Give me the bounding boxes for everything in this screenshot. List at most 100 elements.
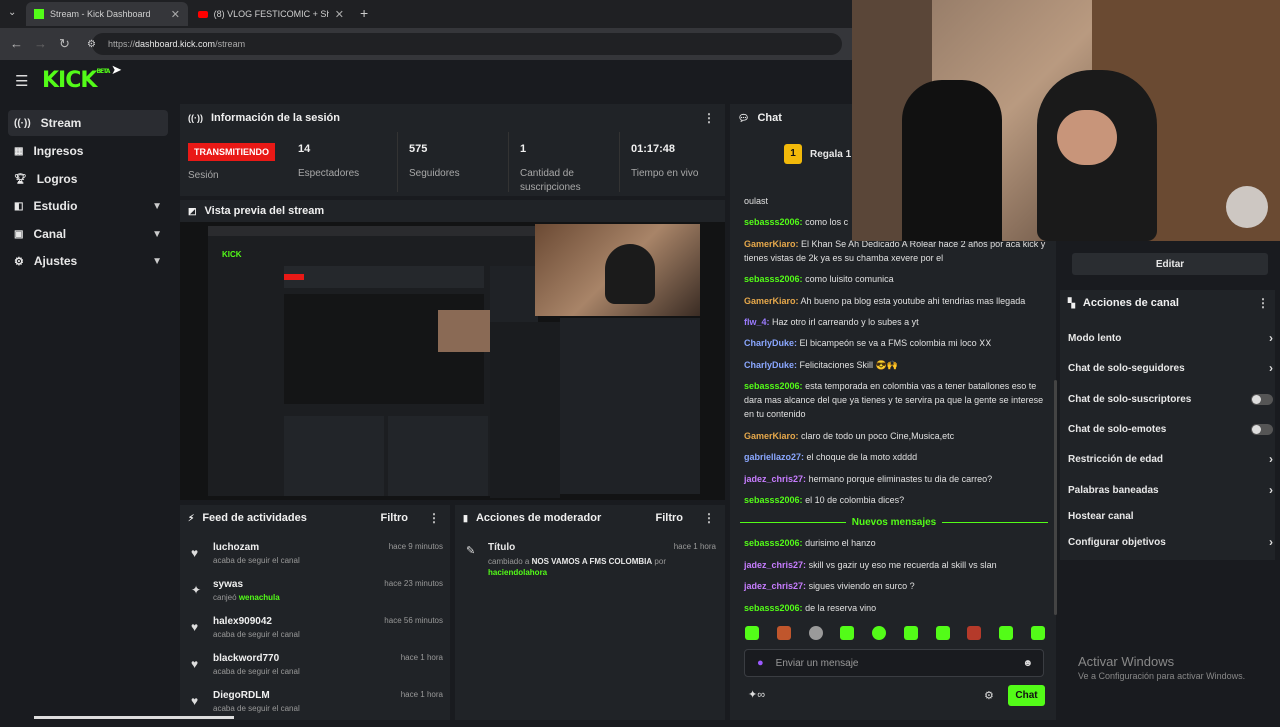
chat-username[interactable]: sebasss2006: [744,603,803,613]
stream-preview-video[interactable]: KICK [180,222,725,500]
activity-user[interactable]: halex909042 [213,616,272,627]
back-icon[interactable]: ← [10,36,23,51]
sidebar-item-ajustes[interactable]: ⚙ Ajustes ▼ [8,248,168,274]
stat-label: Seguidores [409,168,460,179]
channel-action-followers-only[interactable]: Chat de solo-seguidores › [1068,357,1273,379]
activity-item: ♥ blackword770 acaba de seguir el canal … [185,653,455,690]
channel-action-goals[interactable]: Configurar objetivos › [1068,531,1273,553]
kick-logo[interactable]: KICKBETA [42,68,110,93]
sidebar-item-logros[interactable]: 🏆︎ Logros [8,166,168,192]
channel-action-banned-words[interactable]: Palabras baneadas › [1068,479,1273,501]
tab-youtube-vlog[interactable]: (8) VLOG FESTICOMIC + Show ... ✕ [190,2,352,26]
heart-icon: ♥ [191,546,199,560]
channel-action-emotes-only: Chat de solo-emotes [1068,418,1273,440]
chat-settings-icon[interactable]: ⚙ [984,689,994,702]
send-chat-button[interactable]: Chat [1008,685,1045,706]
chat-username[interactable]: GamerKiaro: [744,296,799,306]
emote-icon[interactable] [872,626,887,640]
webcam-chair [902,80,1002,241]
subscribers-only-toggle[interactable] [1251,393,1273,405]
chat-text: claro de todo un poco Cine,Musica,etc [801,431,955,441]
filter-button[interactable]: Filtro [381,512,409,524]
chat-username[interactable]: GamerKiaro: [744,239,799,249]
chat-username[interactable]: sebasss2006: [744,217,803,227]
status-label: Sesión [188,170,219,181]
hamburger-menu-icon[interactable]: ☰ [15,72,28,90]
stat-label: Tiempo en vivo [631,168,699,179]
forward-icon[interactable]: → [34,36,47,51]
chat-title: Chat [757,112,782,124]
stat-subscriptions: 1 Cantidad de suscripciones [520,143,615,195]
chat-username[interactable]: sebasss2006: [744,274,803,284]
preview-kick-logo: KICK [222,250,242,259]
redeem-icon: ✦ [191,583,202,597]
sidebar-item-stream[interactable]: ((·)) Stream [8,110,168,136]
chat-input[interactable]: ● Enviar un mensaje ☻ [744,649,1044,677]
emote-icon[interactable] [745,626,759,640]
chat-username[interactable]: jadez_chris27: [744,560,806,570]
activity-user[interactable]: blackword770 [213,653,279,664]
emote-icon[interactable] [808,626,823,640]
new-tab-icon[interactable]: + [360,5,368,21]
channel-action-host[interactable]: Hostear canal [1068,505,1273,527]
chat-username[interactable]: flw_4: [744,317,770,327]
more-options-icon[interactable]: ⋮ [1257,296,1269,310]
chat-message: CharlyDuke: Felicitaciones Skill 😎🙌 [744,358,1049,372]
activity-user[interactable]: DiegoRDLM [213,690,270,701]
chat-username[interactable]: CharlyDuke: [744,360,797,370]
url-bar[interactable]: ⚙ https://dashboard.kick.com/stream [87,33,842,55]
channel-action-age-restriction[interactable]: Restricción de edad › [1068,448,1273,470]
emote-icon[interactable] [999,626,1014,640]
moderator-user[interactable]: haciendolahora [488,568,547,577]
activity-action-row: canjeó wenachula [213,593,280,602]
chat-username[interactable]: CharlyDuke: [744,338,797,348]
chat-username[interactable]: sebasss2006: [744,495,803,505]
emote-icon[interactable] [935,626,950,640]
channel-action-slow-mode[interactable]: Modo lento › [1068,327,1273,349]
sidebar-item-estudio[interactable]: ◧ Estudio ▼ [8,193,168,219]
emote-icon[interactable] [903,626,918,640]
activity-action: acaba de seguir el canal [213,667,300,676]
broadcast-icon: ((·)) [188,113,203,123]
emoji-picker-icon[interactable]: ☻ [1022,658,1033,669]
site-settings-icon[interactable]: ⚙ [87,39,96,50]
close-tab-icon[interactable]: ✕ [171,8,180,21]
sidebar-item-canal[interactable]: ▣ Canal ▼ [8,221,168,247]
activity-feed-title: Feed de actividades [202,512,307,524]
microphone-icon[interactable]: ● [757,657,764,669]
emote-icon[interactable] [1030,626,1045,640]
activity-action: acaba de seguir el canal [213,704,300,713]
more-options-icon[interactable]: ⋮ [703,111,715,125]
chat-username[interactable]: GamerKiaro: [744,431,799,441]
more-options-icon[interactable]: ⋮ [703,511,715,525]
chat-scrollbar[interactable] [1054,380,1057,615]
windows-activation-title: Activar Windows [1078,654,1175,669]
emote-icon[interactable] [840,626,855,640]
close-tab-icon[interactable]: ✕ [335,8,344,21]
emote-icon[interactable] [967,626,982,640]
chat-username[interactable]: sebasss2006: [744,381,803,391]
chat-username[interactable]: sebasss2006: [744,538,803,548]
chevron-right-icon: › [1269,331,1273,345]
emote-icon[interactable] [776,626,791,640]
emotes-only-toggle[interactable] [1251,423,1273,435]
chat-username[interactable]: gabriellazo27: [744,452,804,462]
viewer-points-icon[interactable]: ✦∞ [748,688,765,701]
chat-message: sebasss2006: de la reserva vino [744,601,1049,615]
filter-button[interactable]: Filtro [656,512,684,524]
edit-button[interactable]: Editar [1072,253,1268,275]
reload-icon[interactable]: ↻ [59,36,70,52]
chat-username[interactable]: jadez_chris27: [744,581,806,591]
gift-sub-banner[interactable]: 1 Regala 1 s [784,144,859,164]
sidebar-item-label: Estudio [33,199,78,213]
new-messages-divider[interactable]: Nuevos mensajes [740,515,1048,529]
sidebar-item-ingresos[interactable]: ▦ Ingresos [8,138,168,164]
activity-user[interactable]: sywas [213,579,243,590]
tab-kick-dashboard[interactable]: Stream - Kick Dashboard ✕ [26,2,188,26]
page-scrollbar[interactable] [34,716,234,719]
more-options-icon[interactable]: ⋮ [428,511,440,525]
activity-user[interactable]: luchozam [213,542,259,553]
new-messages-label: Nuevos mensajes [851,516,937,528]
tab-list-chevron-icon[interactable]: ⌄ [8,7,16,18]
chat-username[interactable]: jadez_chris27: [744,474,806,484]
